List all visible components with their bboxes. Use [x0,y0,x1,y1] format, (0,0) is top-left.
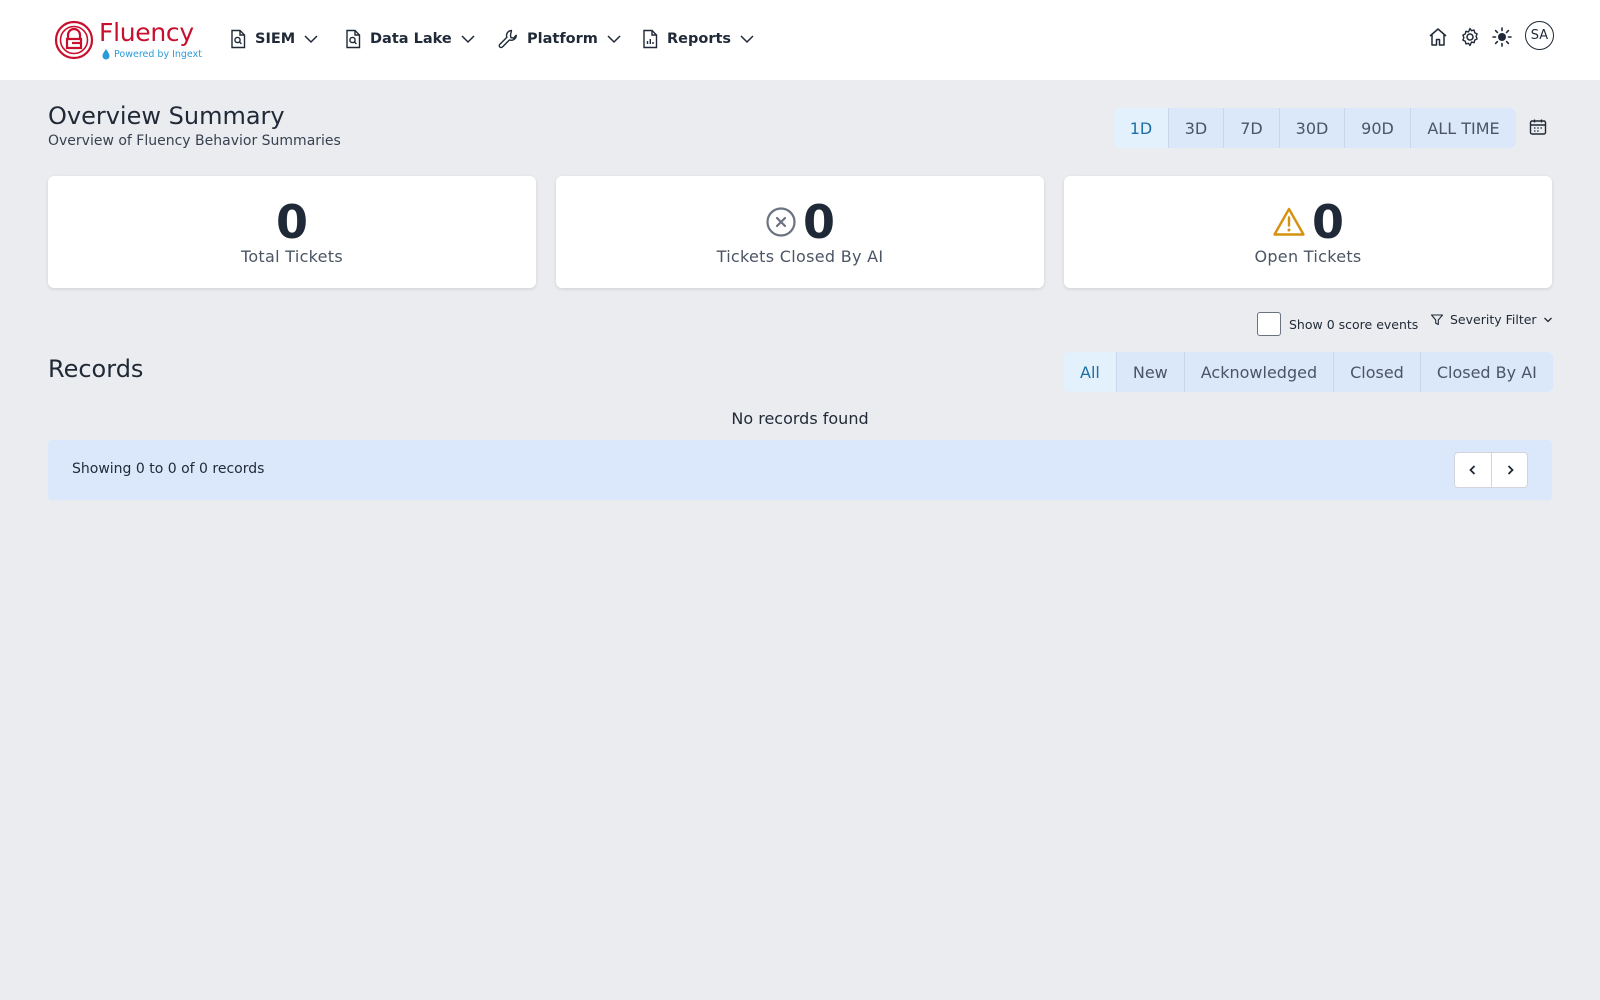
chart-document-icon [643,29,658,49]
severity-filter-dropdown[interactable]: Severity Filter [1430,312,1553,327]
calendar-icon[interactable] [1528,117,1548,137]
tab-all[interactable]: All [1064,352,1117,392]
droplet-icon [102,49,110,60]
chevron-right-icon [1507,465,1514,475]
next-page-button[interactable] [1491,453,1527,487]
chevron-left-icon [1469,465,1476,475]
total-tickets-card: 0 Total Tickets [48,176,536,288]
page-subtitle: Overview of Fluency Behavior Summaries [48,133,341,149]
open-tickets-label: Open Tickets [1254,247,1362,266]
brand-tagline: Powered by Ingext [100,48,202,60]
brand-tagline-text: Powered by Ingext [114,48,202,60]
chevron-down-icon [304,35,318,44]
chevron-down-icon [740,35,754,44]
chevron-down-icon [607,35,621,44]
search-document-icon [346,29,361,49]
range-7d-button[interactable]: 7D [1224,108,1280,148]
nav-siem-label: SIEM [255,31,296,47]
empty-records-message: No records found [731,409,869,428]
nav-platform-label: Platform [527,31,598,47]
range-3d-button[interactable]: 3D [1169,108,1224,148]
range-all-time-button[interactable]: ALL TIME [1411,108,1516,148]
x-circle-icon [766,207,796,237]
range-90d-button[interactable]: 90D [1345,108,1411,148]
chevron-down-icon [1543,317,1552,322]
show-score-events-label: Show 0 score events [1289,316,1419,332]
warning-triangle-icon [1273,207,1305,236]
range-1d-button[interactable]: 1D [1114,108,1169,148]
sun-icon[interactable] [1491,26,1513,48]
filter-icon [1430,313,1444,325]
chevron-down-icon [461,35,475,44]
total-tickets-label: Total Tickets [240,247,344,266]
fluency-logo[interactable]: Fluency Powered by Ingext [54,18,202,62]
tab-new[interactable]: New [1117,352,1185,392]
search-document-icon [231,29,246,49]
previous-page-button[interactable] [1455,453,1491,487]
closed-by-ai-card: 0 Tickets Closed By AI [556,176,1044,288]
records-title: Records [48,355,144,383]
time-range-selector: 1D 3D 7D 30D 90D ALL TIME [1114,108,1516,148]
home-icon[interactable] [1427,26,1449,48]
nav-data-lake[interactable]: Data Lake [344,25,476,53]
closed-by-ai-label: Tickets Closed By AI [716,247,884,266]
open-tickets-card: 0 Open Tickets [1064,176,1552,288]
user-avatar[interactable]: SA [1525,21,1554,50]
show-score-events-checkbox[interactable] [1257,312,1281,336]
pagination-summary: Showing 0 to 0 of 0 records [72,461,265,477]
brand-name: Fluency [99,18,194,47]
show-score-events-toggle[interactable]: Show 0 score events [1257,312,1418,336]
tab-closed[interactable]: Closed [1334,352,1421,392]
pagination-controls [1454,452,1528,488]
nav-reports-label: Reports [667,31,732,47]
gear-icon[interactable] [1459,26,1481,48]
page-title: Overview Summary [48,102,285,130]
record-status-tabs: All New Acknowledged Closed Closed By AI [1064,352,1553,392]
pagination-bar: Showing 0 to 0 of 0 records [48,440,1552,500]
nav-siem[interactable]: SIEM [229,25,319,53]
nav-reports[interactable]: Reports [641,25,755,53]
wrench-icon [498,29,517,49]
nav-data-lake-label: Data Lake [370,31,452,47]
closed-by-ai-value: 0 [802,195,835,249]
severity-filter-label: Severity Filter [1450,312,1537,327]
tab-closed-by-ai[interactable]: Closed By AI [1421,352,1553,392]
open-tickets-value: 0 [1311,195,1344,249]
header-actions: SA [1427,21,1554,50]
top-navbar: Fluency Powered by Ingext SIEM Data Lake [0,0,1600,80]
range-30d-button[interactable]: 30D [1280,108,1345,148]
total-tickets-value: 0 [275,195,308,249]
fluency-logo-icon [54,20,94,60]
tab-acknowledged[interactable]: Acknowledged [1185,352,1335,392]
nav-platform[interactable]: Platform [497,25,622,53]
